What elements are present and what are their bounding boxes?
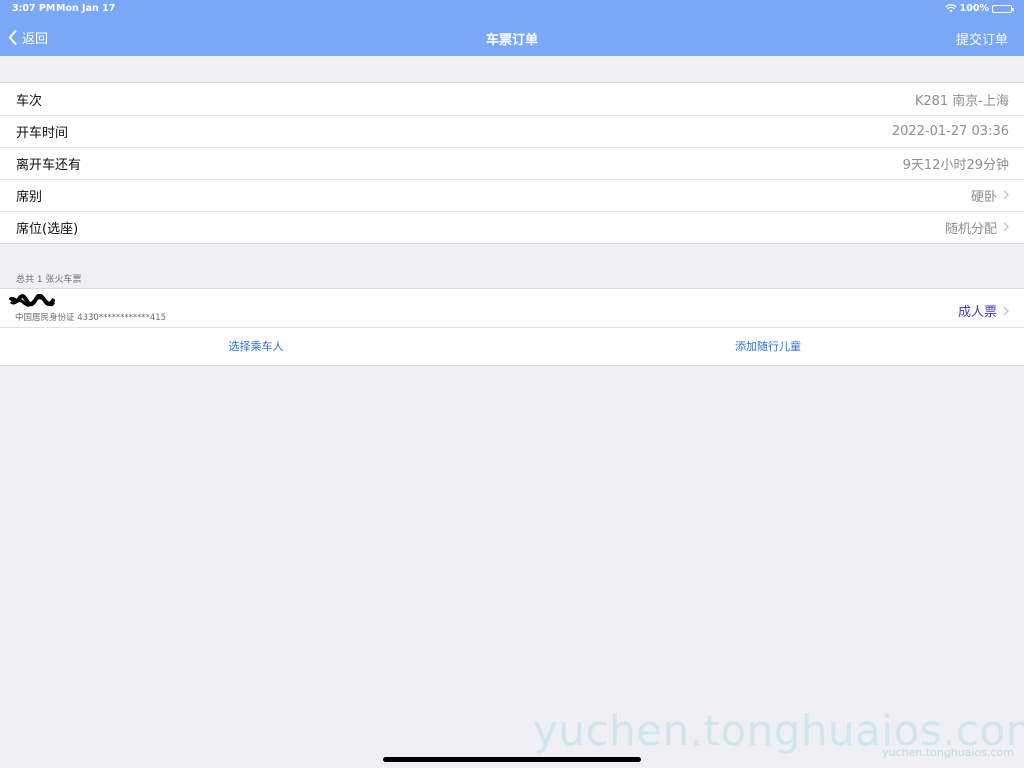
status-date: Mon Jan 17 [56, 3, 116, 14]
select-passenger-button[interactable]: 选择乘车人 [0, 338, 512, 354]
detail-label: 席位(选座) [16, 221, 79, 237]
detail-label: 离开车还有 [16, 157, 82, 173]
detail-label: 车次 [16, 93, 43, 109]
train-details-list: 车次 K281 南京-上海 开车时间 2022-01-27 03:36 离开车还… [0, 82, 1024, 244]
navigation-bar: 3:07 PM Mon Jan 17 100% 返回 车票订单 提交订单 [0, 0, 1024, 56]
submit-order-button[interactable]: 提交订单 [956, 29, 1008, 48]
chevron-right-icon [1003, 190, 1009, 200]
detail-row-departure-time: 开车时间 2022-01-27 03:36 [0, 115, 1024, 147]
home-indicator[interactable] [383, 757, 641, 762]
passenger-id: 中国居民身份证 4330************415 [15, 313, 167, 323]
detail-row-seat-selection[interactable]: 席位(选座) 随机分配 [0, 211, 1024, 243]
detail-row-seat-class[interactable]: 席别 硬卧 [0, 179, 1024, 211]
detail-label: 开车时间 [16, 125, 69, 141]
detail-value: 9天12小时29分钟 [902, 157, 1009, 173]
detail-row-train-number: 车次 K281 南京-上海 [0, 83, 1024, 115]
status-time: 3:07 PM [12, 3, 56, 14]
detail-value: 硬卧 [970, 189, 997, 205]
watermark-small: yuchen.tonghuaios.com [882, 746, 1014, 759]
passenger-list: 中国居民身份证 4330************415 成人票 选择乘车人 添加… [0, 288, 1024, 366]
chevron-right-icon [1003, 222, 1009, 232]
add-child-button[interactable]: 添加随行儿童 [512, 338, 1024, 354]
battery-percent: 100% [959, 3, 989, 14]
battery-icon [992, 4, 1014, 13]
detail-value: 2022-01-27 03:36 [891, 123, 1009, 139]
passenger-row[interactable]: 中国居民身份证 4330************415 成人票 [0, 289, 1024, 327]
ticket-type-selector[interactable]: 成人票 [958, 301, 1009, 320]
redacted-name-image [9, 294, 55, 307]
detail-value: 随机分配 [944, 221, 997, 237]
page-title: 车票订单 [485, 33, 538, 48]
detail-label: 席别 [16, 189, 43, 205]
tickets-count-note: 总共 1 张火车票 [16, 275, 82, 285]
chevron-right-icon [1003, 306, 1009, 315]
detail-value: K281 南京-上海 [914, 93, 1009, 109]
wifi-icon [944, 4, 957, 13]
passenger-actions: 选择乘车人 添加随行儿童 [0, 327, 1024, 365]
detail-row-time-remaining: 离开车还有 9天12小时29分钟 [0, 147, 1024, 179]
ticket-type-label: 成人票 [957, 305, 997, 320]
status-indicators: 100% [944, 3, 1014, 14]
